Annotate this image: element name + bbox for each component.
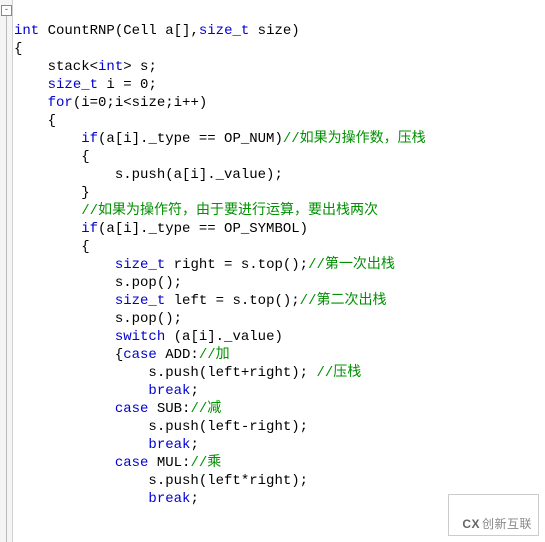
code-text — [14, 203, 81, 219]
code-line: stack<int> s; — [14, 59, 157, 75]
code-line: break; — [14, 491, 199, 507]
comment: //如果为操作数，压栈 — [283, 131, 426, 147]
code-line: { — [14, 239, 90, 255]
code-text — [14, 491, 148, 507]
watermark-badge: CX创新互联 — [448, 494, 539, 536]
keyword: int — [98, 59, 123, 75]
code-text: { — [14, 347, 123, 363]
code-line: s.pop(); — [14, 275, 182, 291]
keyword: size_t — [199, 23, 249, 39]
code-line: break; — [14, 383, 199, 399]
code-text: CountRNP(Cell a[], — [39, 23, 199, 39]
code-line: break; — [14, 437, 199, 453]
code-text — [14, 257, 115, 273]
code-text: right = s.top(); — [165, 257, 308, 273]
watermark-logo-icon: CX — [462, 517, 480, 531]
keyword: break — [148, 383, 190, 399]
code-line: int CountRNP(Cell a[],size_t size) — [14, 23, 300, 39]
code-line: size_t left = s.top();//第二次出栈 — [14, 293, 386, 309]
code-text — [14, 455, 115, 471]
code-text: s.push(left+right); — [14, 365, 316, 381]
keyword: break — [148, 491, 190, 507]
code-text — [14, 401, 115, 417]
keyword: case — [115, 455, 149, 471]
code-text: ; — [190, 383, 198, 399]
code-text — [14, 383, 148, 399]
code-line: { — [14, 113, 56, 129]
code-line: switch (a[i]._value) — [14, 329, 283, 345]
code-line: { — [14, 149, 90, 165]
code-line: if(a[i]._type == OP_NUM)//如果为操作数，压栈 — [14, 131, 426, 147]
code-text — [14, 221, 81, 237]
comment: //加 — [199, 347, 230, 363]
code-fold-gutter: - — [0, 0, 13, 542]
code-line: {case ADD://加 — [14, 347, 230, 363]
code-line: } — [14, 185, 90, 201]
code-line: s.push(left*right); — [14, 473, 308, 489]
code-text — [14, 131, 81, 147]
keyword: size_t — [48, 77, 98, 93]
code-text: ADD: — [157, 347, 199, 363]
code-text: (i=0;i<size;i++) — [73, 95, 207, 111]
code-text: (a[i]._type == OP_NUM) — [98, 131, 283, 147]
code-line: case SUB://减 — [14, 401, 221, 417]
keyword: switch — [115, 329, 165, 345]
comment: //减 — [190, 401, 221, 417]
watermark-text: 创新互联 — [482, 517, 532, 531]
code-line: s.push(a[i]._value); — [14, 167, 283, 183]
comment: //如果为操作符，由于要进行运算，要出栈两次 — [81, 203, 378, 219]
code-line: size_t i = 0; — [14, 77, 157, 93]
comment: //第二次出栈 — [300, 293, 387, 309]
keyword: int — [14, 23, 39, 39]
code-text: ; — [190, 437, 198, 453]
code-text — [14, 437, 148, 453]
code-line: //如果为操作符，由于要进行运算，要出栈两次 — [14, 203, 378, 219]
code-text: i = 0; — [98, 77, 157, 93]
code-text: left = s.top(); — [165, 293, 299, 309]
code-text: ; — [190, 491, 198, 507]
keyword: size_t — [115, 293, 165, 309]
code-text: stack< — [14, 59, 98, 75]
code-text: (a[i]._value) — [165, 329, 283, 345]
code-text: SUB: — [148, 401, 190, 417]
code-text: (a[i]._type == OP_SYMBOL) — [98, 221, 308, 237]
code-text: MUL: — [148, 455, 190, 471]
code-text — [14, 95, 48, 111]
code-line: size_t right = s.top();//第一次出栈 — [14, 257, 395, 273]
code-block: int CountRNP(Cell a[],size_t size) { sta… — [14, 4, 426, 508]
code-line: s.pop(); — [14, 311, 182, 327]
fold-guide-line — [6, 16, 7, 542]
keyword: case — [123, 347, 157, 363]
code-line: { — [14, 41, 22, 57]
code-line: for(i=0;i<size;i++) — [14, 95, 207, 111]
keyword: break — [148, 437, 190, 453]
comment: //压栈 — [316, 365, 361, 381]
keyword: case — [115, 401, 149, 417]
comment: //乘 — [190, 455, 221, 471]
code-text — [14, 77, 48, 93]
keyword: for — [48, 95, 73, 111]
keyword: if — [81, 131, 98, 147]
fold-toggle-icon[interactable]: - — [1, 5, 12, 16]
code-text: > s; — [123, 59, 157, 75]
code-line: if(a[i]._type == OP_SYMBOL) — [14, 221, 308, 237]
code-text — [14, 293, 115, 309]
keyword: if — [81, 221, 98, 237]
keyword: size_t — [115, 257, 165, 273]
code-line: case MUL://乘 — [14, 455, 221, 471]
comment: //第一次出栈 — [308, 257, 395, 273]
code-line: s.push(left-right); — [14, 419, 308, 435]
code-line: s.push(left+right); //压栈 — [14, 365, 361, 381]
code-text — [14, 329, 115, 345]
code-text: size) — [249, 23, 299, 39]
